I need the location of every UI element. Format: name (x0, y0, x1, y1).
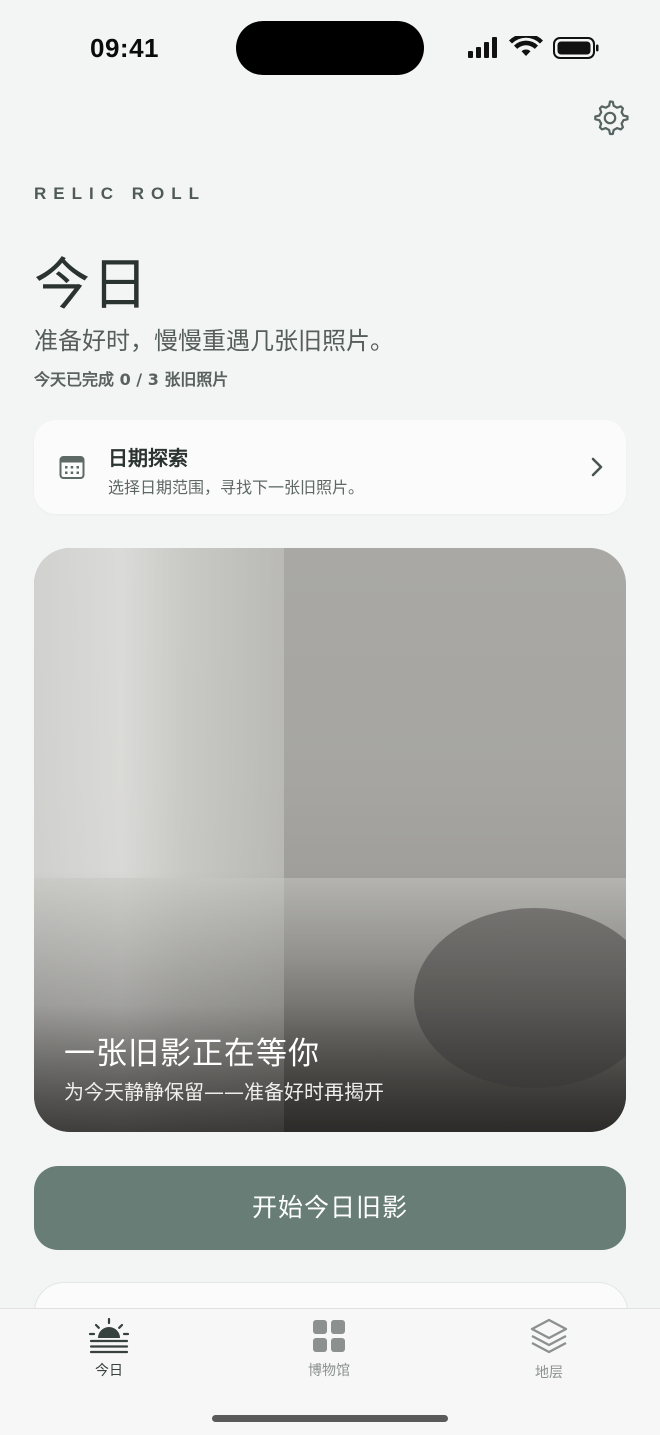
tab-museum-label: 博物馆 (308, 1363, 350, 1379)
settings-gear-icon[interactable] (590, 98, 630, 138)
calendar-icon (59, 456, 85, 479)
dynamic-island (236, 21, 424, 75)
featured-headline: 一张旧影正在等你 (64, 1036, 320, 1072)
page-title: 今日 (34, 253, 150, 318)
featured-caption: 为今天静静保留——准备好时再揭开 (64, 1080, 384, 1104)
battery-icon (553, 37, 599, 59)
featured-photo-card[interactable]: 一张旧影正在等你 为今天静静保留——准备好时再揭开 (34, 548, 626, 1132)
date-explore-card[interactable]: 日期探索 选择日期范围，寻找下一张旧照片。 (34, 420, 626, 514)
status-time: 09:41 (90, 33, 159, 63)
signal-icon (468, 37, 497, 58)
daily-progress: 今天已完成 0 / 3 张旧照片 (34, 370, 229, 389)
wifi-icon (509, 36, 543, 56)
status-icons (468, 36, 599, 59)
tab-layers-label: 地层 (535, 1365, 563, 1381)
brand-label: RELIC ROLL (34, 184, 206, 203)
tab-layers[interactable]: 地层 (499, 1317, 599, 1381)
layers-icon (530, 1318, 568, 1354)
home-indicator (212, 1415, 448, 1422)
tab-today-label: 今日 (95, 1363, 123, 1379)
date-explore-title: 日期探索 (108, 446, 188, 470)
page-subtitle: 准备好时，慢慢重遇几张旧照片。 (34, 327, 394, 355)
tab-bar: 今日 博物馆 地层 (0, 1308, 660, 1435)
date-explore-description: 选择日期范围，寻找下一张旧照片。 (108, 478, 365, 497)
chevron-right-icon (591, 457, 603, 477)
tab-today[interactable]: 今日 (59, 1317, 159, 1379)
start-today-button[interactable]: 开始今日旧影 (34, 1166, 626, 1250)
sunrise-icon (88, 1317, 130, 1354)
grid-icon (313, 1320, 345, 1352)
tab-museum[interactable]: 博物馆 (279, 1317, 379, 1379)
